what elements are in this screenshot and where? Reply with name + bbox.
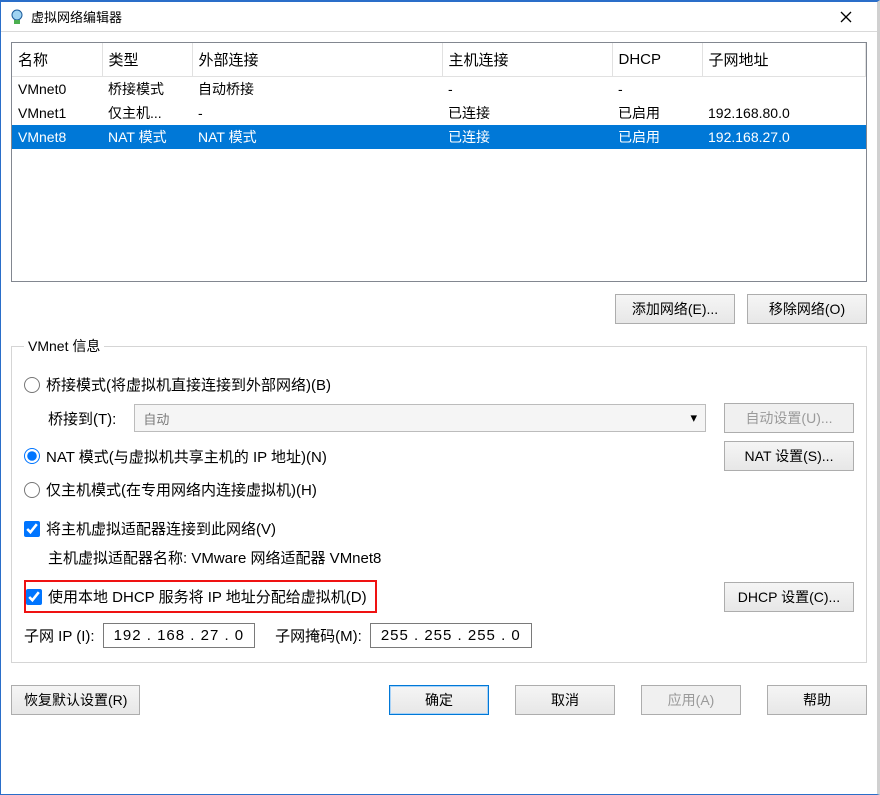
bridged-radio[interactable]: 桥接模式(将虚拟机直接连接到外部网络)(B) (24, 374, 331, 395)
restore-defaults-button[interactable]: 恢复默认设置(R) (11, 685, 140, 715)
add-network-button[interactable]: 添加网络(E)... (615, 294, 735, 324)
use-local-dhcp-checkbox[interactable]: 使用本地 DHCP 服务将 IP 地址分配给虚拟机(D) (26, 586, 367, 607)
dhcp-settings-button[interactable]: DHCP 设置(C)... (724, 582, 854, 612)
nat-settings-button[interactable]: NAT 设置(S)... (724, 441, 854, 471)
adapter-name-label: 主机虚拟适配器名称: VMware 网络适配器 VMnet8 (48, 547, 854, 568)
col-subnet[interactable]: 子网地址 (702, 43, 866, 77)
col-type[interactable]: 类型 (102, 43, 192, 77)
col-ext[interactable]: 外部连接 (192, 43, 442, 77)
dhcp-highlight: 使用本地 DHCP 服务将 IP 地址分配给虚拟机(D) (24, 580, 377, 613)
remove-network-button[interactable]: 移除网络(O) (747, 294, 867, 324)
cancel-button[interactable]: 取消 (515, 685, 615, 715)
subnet-ip-label: 子网 IP (I): (24, 625, 95, 646)
app-icon (9, 9, 25, 25)
host-only-radio[interactable]: 仅主机模式(在专用网络内连接虚拟机)(H) (24, 479, 317, 500)
titlebar: 虚拟网络编辑器 (1, 2, 877, 32)
chevron-down-icon: ▾ (690, 410, 697, 426)
subnet-mask-input[interactable]: 255 . 255 . 255 . 0 (370, 623, 532, 648)
apply-button: 应用(A) (641, 685, 741, 715)
help-button[interactable]: 帮助 (767, 685, 867, 715)
nat-radio[interactable]: NAT 模式(与虚拟机共享主机的 IP 地址)(N) (24, 446, 327, 467)
col-dhcp[interactable]: DHCP (612, 43, 702, 77)
window-title: 虚拟网络编辑器 (31, 7, 823, 26)
col-name[interactable]: 名称 (12, 43, 102, 77)
vmnet-info-group: VMnet 信息 桥接模式(将虚拟机直接连接到外部网络)(B) 桥接到(T): … (11, 336, 867, 663)
col-host[interactable]: 主机连接 (442, 43, 612, 77)
table-row[interactable]: VMnet0桥接模式自动桥接-- (12, 77, 866, 102)
bridge-to-label: 桥接到(T): (48, 408, 116, 429)
vmnet-legend: VMnet 信息 (24, 336, 104, 356)
bridge-to-select: 自动 ▾ (134, 404, 706, 432)
table-row[interactable]: VMnet8NAT 模式NAT 模式已连接已启用192.168.27.0 (12, 125, 866, 149)
table-row[interactable]: VMnet1仅主机...-已连接已启用192.168.80.0 (12, 101, 866, 125)
ok-button[interactable]: 确定 (389, 685, 489, 715)
subnet-ip-input[interactable]: 192 . 168 . 27 . 0 (103, 623, 256, 648)
close-icon[interactable] (823, 2, 869, 32)
auto-settings-button: 自动设置(U)... (724, 403, 854, 433)
subnet-mask-label: 子网掩码(M): (275, 625, 362, 646)
connect-host-checkbox[interactable]: 将主机虚拟适配器连接到此网络(V) (24, 518, 276, 539)
network-table[interactable]: 名称 类型 外部连接 主机连接 DHCP 子网地址 VMnet0桥接模式自动桥接… (11, 42, 867, 282)
